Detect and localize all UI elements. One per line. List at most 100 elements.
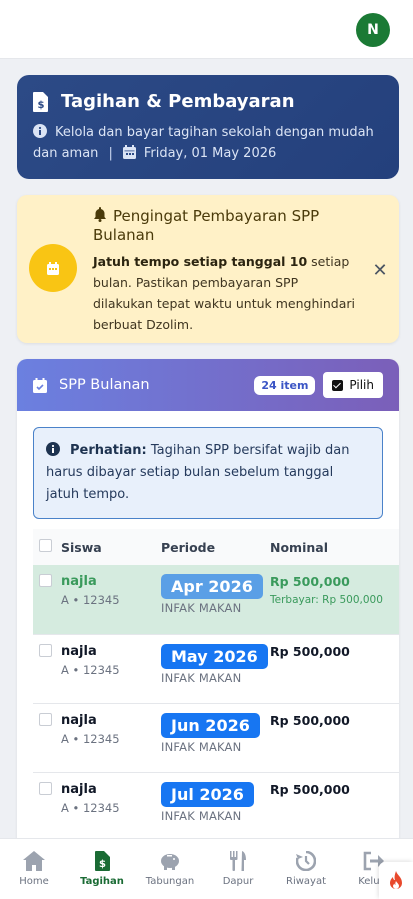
svg-text:$: $ [38, 100, 45, 111]
table-row[interactable]: najla A • 12345 Jul 2026 INFAK MAKAN Rp 500,… [33, 772, 399, 842]
period-badge: Jun 2026 [161, 712, 260, 738]
nav-history-label: Riwayat [286, 876, 326, 887]
amount-value: Rp 500,000 [270, 712, 350, 728]
reminder-text: Jatuh tempo setiap tanggal 10 setiap bul… [93, 251, 361, 335]
bill-type: INFAK MAKAN [161, 670, 242, 685]
student-name: najla [61, 643, 97, 659]
item-count-badge: 24 item [254, 375, 316, 395]
period-cell: Apr 2026 INFAK MAKAN [161, 565, 270, 635]
calendar-icon [122, 145, 136, 159]
paid-note: Terbayar: Rp 500,000 [270, 594, 383, 606]
amount-value: Rp 500,000 [270, 643, 350, 659]
page-title: Tagihan & Pembayaran [61, 91, 295, 112]
nav-bills[interactable]: $ Tagihan [68, 839, 136, 899]
table-header: Siswa Periode Nominal [33, 529, 399, 565]
student-name: najla [61, 781, 97, 797]
row-select-cell [33, 634, 61, 704]
amount-cell: Rp 500,000 [270, 634, 399, 704]
nav-bills-label: Tagihan [80, 876, 124, 887]
attention-label: Perhatian: [70, 443, 147, 458]
row-checkbox[interactable] [39, 643, 52, 657]
row-checkbox[interactable] [39, 712, 52, 726]
divider: | [108, 146, 113, 161]
nav-home[interactable]: Home [0, 839, 68, 899]
card-title: SPP Bulanan [59, 377, 150, 393]
history-icon [296, 851, 316, 871]
student-cell: najla A • 12345 [61, 772, 161, 842]
bill-type: INFAK MAKAN [161, 739, 242, 754]
amount-cell: Rp 500,000 Terbayar: Rp 500,000 [270, 565, 399, 635]
table-row[interactable]: najla A • 12345 May 2026 INFAK MAKAN Rp 500,… [33, 634, 399, 704]
select-mode-button[interactable]: Pilih [323, 372, 383, 398]
student-name: najla [61, 712, 97, 728]
card-header: SPP Bulanan 24 item Pilih [17, 359, 399, 411]
nav-kitchen[interactable]: Dapur [204, 839, 272, 899]
student-cell: najla A • 12345 [61, 634, 161, 704]
row-checkbox[interactable] [39, 781, 52, 795]
reminder-title: Pengingat Pembayaran SPP Bulanan [93, 207, 320, 244]
spp-bulanan-card: SPP Bulanan 24 item Pilih Perhatian: Tag… [17, 359, 399, 859]
current-date: Friday, 01 May 2026 [143, 146, 277, 161]
nav-home-label: Home [19, 876, 49, 887]
reminder-calendar-badge [29, 244, 77, 292]
bell-icon [94, 207, 106, 222]
top-bar: N [0, 0, 413, 59]
page-header-card: $ Tagihan & Pembayaran Kelola dan bayar … [17, 75, 399, 179]
info-circle-icon [46, 442, 60, 456]
piggy-bank-icon [161, 854, 179, 870]
nav-kitchen-label: Dapur [222, 876, 254, 887]
calendar-check-icon [33, 377, 47, 393]
info-circle-icon [33, 124, 47, 138]
reminder-content: Pengingat Pembayaran SPP Bulanan Jatuh t… [93, 207, 361, 335]
column-header-period: Periode [161, 529, 270, 565]
attention-info-box: Perhatian: Tagihan SPP bersifat wajib da… [33, 427, 383, 519]
row-checkbox[interactable] [39, 574, 52, 587]
row-select-cell [33, 772, 61, 842]
amount-value: Rp 500,000 [270, 574, 350, 589]
student-class: A • 12345 [61, 593, 120, 607]
student-class: A • 12345 [61, 731, 120, 746]
reminder-due-date: Jatuh tempo setiap tanggal 10 [93, 254, 308, 269]
reminder-title-row: Pengingat Pembayaran SPP Bulanan [93, 207, 361, 245]
period-badge: Apr 2026 [161, 574, 263, 599]
spp-reminder-alert: Pengingat Pembayaran SPP Bulanan Jatuh t… [17, 195, 399, 343]
student-class: A • 12345 [61, 662, 120, 677]
period-badge: May 2026 [161, 643, 268, 669]
select-all-cell [33, 529, 61, 565]
amount-cell: Rp 500,000 [270, 703, 399, 773]
student-cell: najla A • 12345 [61, 703, 161, 773]
table-row[interactable]: najla A • 12345 Apr 2026 INFAK MAKAN Rp 500,… [33, 565, 399, 635]
invoice-dollar-icon: $ [33, 91, 48, 112]
amount-cell: Rp 500,000 [270, 772, 399, 842]
fire-icon [390, 870, 402, 889]
period-cell: Jul 2026 INFAK MAKAN [161, 772, 270, 842]
period-cell: May 2026 INFAK MAKAN [161, 634, 270, 704]
amount-value: Rp 500,000 [270, 781, 350, 797]
column-header-amount: Nominal [270, 529, 399, 565]
student-class: A • 12345 [61, 800, 120, 815]
spp-table: Siswa Periode Nominal najla A • 12345 Apr … [33, 529, 399, 842]
checkbox-checked-icon [332, 379, 344, 391]
fire-floating-button[interactable] [379, 862, 413, 899]
page-title-row: $ Tagihan & Pembayaran [33, 91, 383, 112]
period-cell: Jun 2026 INFAK MAKAN [161, 703, 270, 773]
student-cell: najla A • 12345 [61, 565, 161, 635]
select-all-checkbox[interactable] [39, 539, 52, 552]
column-header-student: Siswa [61, 529, 161, 565]
close-icon[interactable]: ✕ [371, 260, 389, 281]
row-select-cell [33, 565, 61, 635]
user-avatar[interactable]: N [356, 13, 390, 47]
invoice-dollar-icon: $ [94, 851, 110, 871]
bill-type: INFAK MAKAN [161, 808, 242, 823]
nav-savings[interactable]: Tabungan [136, 839, 204, 899]
row-select-cell [33, 703, 61, 773]
bill-type: INFAK MAKAN [161, 601, 242, 615]
calendar-icon [47, 261, 59, 275]
home-icon [23, 851, 45, 871]
select-mode-label: Pilih [349, 378, 374, 392]
nav-history[interactable]: Riwayat [272, 839, 340, 899]
student-name: najla [61, 574, 97, 589]
table-row[interactable]: najla A • 12345 Jun 2026 INFAK MAKAN Rp 500,… [33, 703, 399, 773]
utensils-icon [230, 851, 246, 871]
period-badge: Jul 2026 [161, 781, 254, 807]
